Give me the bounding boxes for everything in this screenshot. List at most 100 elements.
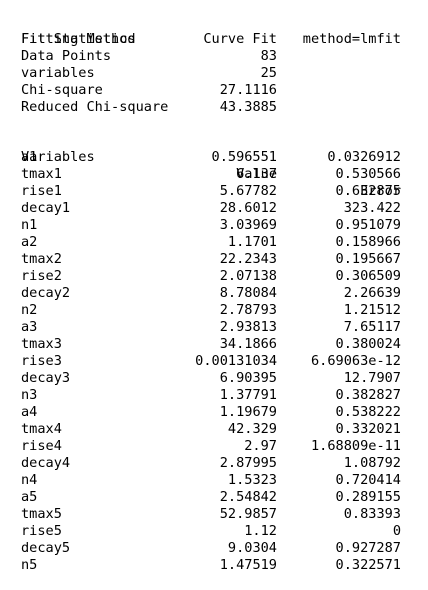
variable-row: a2 1.1701 0.158966 bbox=[21, 234, 407, 251]
variable-row: rise1 5.67782 0.632875 bbox=[21, 183, 407, 200]
variable-row: a5 2.54842 0.289155 bbox=[21, 489, 407, 506]
variable-row: decay5 9.0304 0.927287 bbox=[21, 540, 407, 557]
variable-value: 28.6012 bbox=[219, 200, 277, 216]
variable-name: n5 bbox=[21, 557, 38, 573]
variable-value: 2.93813 bbox=[219, 319, 277, 335]
variable-name: rise2 bbox=[21, 268, 62, 284]
fit-stat-value: 43.3885 bbox=[219, 99, 277, 115]
variable-value: 1.5323 bbox=[227, 472, 277, 488]
variables-rows: a1 0.596551 0.0326912 tmax1 6.137 0.530566 ris… bbox=[21, 149, 407, 574]
variable-error: 7.65117 bbox=[343, 319, 401, 335]
variable-row: a3 2.93813 7.65117 bbox=[21, 319, 407, 336]
variable-error: 6.69063e-12 bbox=[310, 353, 401, 369]
variable-row: rise4 2.97 1.68809e-11 bbox=[21, 438, 407, 455]
variable-row: n4 1.5323 0.720414 bbox=[21, 472, 407, 489]
variable-value: 52.9857 bbox=[219, 506, 277, 522]
variable-name: decay5 bbox=[21, 540, 71, 556]
variable-value: 5.67782 bbox=[219, 183, 277, 199]
variable-name: n2 bbox=[21, 302, 38, 318]
variable-error: 0.380024 bbox=[335, 336, 401, 352]
variable-error: 0.927287 bbox=[335, 540, 401, 556]
variable-name: rise4 bbox=[21, 438, 62, 454]
variable-error: 0.332021 bbox=[335, 421, 401, 437]
fit-statistics-title-row: Fit Statistics bbox=[21, 14, 407, 47]
variable-row: tmax2 22.2343 0.195667 bbox=[21, 251, 407, 268]
variable-row: n1 3.03969 0.951079 bbox=[21, 217, 407, 234]
variable-error: 2.26639 bbox=[343, 285, 401, 301]
variable-value: 0.596551 bbox=[211, 149, 277, 165]
variable-value: 34.1866 bbox=[219, 336, 277, 352]
variable-name: a4 bbox=[21, 404, 38, 420]
variable-name: a2 bbox=[21, 234, 38, 250]
fit-statistics-rows: Fitting Method Curve Fit method=lmfit Data … bbox=[21, 31, 407, 116]
variable-error: 0.158966 bbox=[335, 234, 401, 250]
variable-name: tmax3 bbox=[21, 336, 62, 352]
fit-stat-row: variables 25 bbox=[21, 65, 407, 82]
variable-value: 2.54842 bbox=[219, 489, 277, 505]
variable-name: n3 bbox=[21, 387, 38, 403]
variable-error: 12.7907 bbox=[343, 370, 401, 386]
variable-row: n2 2.78793 1.21512 bbox=[21, 302, 407, 319]
variable-error: 0.195667 bbox=[335, 251, 401, 267]
fit-report: Fit Statistics Fitting Method Curve Fit me… bbox=[21, 14, 407, 574]
fit-stat-value: Curve Fit bbox=[203, 31, 277, 47]
variable-error: 0.289155 bbox=[335, 489, 401, 505]
variable-value: 0.00131034 bbox=[195, 353, 277, 369]
variable-error: 0.720414 bbox=[335, 472, 401, 488]
variable-value: 2.87995 bbox=[219, 455, 277, 471]
variable-error: 0.322571 bbox=[335, 557, 401, 573]
variable-value: 9.0304 bbox=[227, 540, 277, 556]
variable-row: n5 1.47519 0.322571 bbox=[21, 557, 407, 574]
variable-name: tmax4 bbox=[21, 421, 62, 437]
variable-value: 6.137 bbox=[236, 166, 277, 182]
variable-row: decay4 2.87995 1.08792 bbox=[21, 455, 407, 472]
variable-error: 0.0326912 bbox=[327, 149, 401, 165]
variable-row: a1 0.596551 0.0326912 bbox=[21, 149, 407, 166]
variable-value: 3.03969 bbox=[219, 217, 277, 233]
variable-name: rise3 bbox=[21, 353, 62, 369]
variable-name: n4 bbox=[21, 472, 38, 488]
fit-stat-row: Data Points 83 bbox=[21, 48, 407, 65]
variable-name: n1 bbox=[21, 217, 38, 233]
variable-row: rise3 0.00131034 6.69063e-12 bbox=[21, 353, 407, 370]
variable-row: tmax3 34.1866 0.380024 bbox=[21, 336, 407, 353]
variable-row: decay2 8.78084 2.26639 bbox=[21, 285, 407, 302]
fit-stat-label: Chi-square bbox=[21, 82, 103, 98]
variable-value: 6.90395 bbox=[219, 370, 277, 386]
variable-error: 0.538222 bbox=[335, 404, 401, 420]
fit-stat-extra: method=lmfit bbox=[302, 31, 401, 47]
fit-stat-row: Chi-square 27.1116 bbox=[21, 82, 407, 99]
fit-stat-value: 27.1116 bbox=[219, 82, 277, 98]
variable-name: decay3 bbox=[21, 370, 71, 386]
fit-stat-label: Reduced Chi-square bbox=[21, 99, 169, 115]
variable-error: 1.08792 bbox=[343, 455, 401, 471]
variable-value: 2.78793 bbox=[219, 302, 277, 318]
variable-error: 0.530566 bbox=[335, 166, 401, 182]
variable-error: 0.951079 bbox=[335, 217, 401, 233]
fit-stat-row: Fitting Method Curve Fit method=lmfit bbox=[21, 31, 407, 48]
variable-row: decay1 28.6012 323.422 bbox=[21, 200, 407, 217]
variable-name: tmax1 bbox=[21, 166, 62, 182]
variable-value: 8.78084 bbox=[219, 285, 277, 301]
variable-name: decay4 bbox=[21, 455, 71, 471]
variable-row: rise5 1.12 0 bbox=[21, 523, 407, 540]
variable-error: 1.68809e-11 bbox=[310, 438, 401, 454]
variable-value: 1.19679 bbox=[219, 404, 277, 420]
fit-stat-label: Fitting Method bbox=[21, 31, 136, 47]
variable-name: rise1 bbox=[21, 183, 62, 199]
variable-name: tmax2 bbox=[21, 251, 62, 267]
variable-value: 2.97 bbox=[244, 438, 277, 454]
fit-stat-value: 25 bbox=[260, 65, 277, 81]
fit-stat-label: variables bbox=[21, 65, 95, 81]
variables-section: Variables Value Error a1 0.596551 0.032691… bbox=[21, 132, 407, 574]
variable-error: 0.306509 bbox=[335, 268, 401, 284]
variable-row: decay3 6.90395 12.7907 bbox=[21, 370, 407, 387]
fit-stat-value: 83 bbox=[260, 48, 277, 64]
fit-stat-label: Data Points bbox=[21, 48, 112, 64]
variable-value: 22.2343 bbox=[219, 251, 277, 267]
variable-error: 323.422 bbox=[343, 200, 401, 216]
variable-error: 1.21512 bbox=[343, 302, 401, 318]
variable-error: 0 bbox=[392, 523, 401, 539]
variable-error: 0.632875 bbox=[335, 183, 401, 199]
